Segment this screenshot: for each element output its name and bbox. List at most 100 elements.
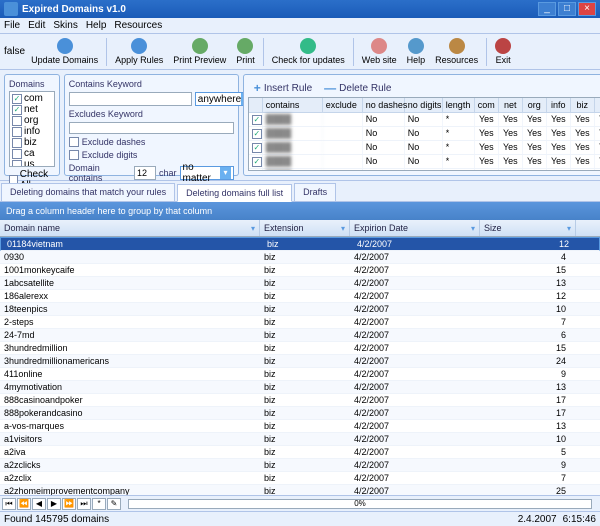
grid-row[interactable]: 888pokerandcasinobiz4/2/200717 — [0, 407, 600, 420]
print-icon — [237, 38, 253, 54]
rules-row[interactable]: ████NoNo*YesYesYesYesYesYes — [249, 127, 600, 141]
grid-row[interactable]: 888casinoandpokerbiz4/2/200717 — [0, 394, 600, 407]
grid-row[interactable]: 24-7mdbiz4/2/20076 — [0, 329, 600, 342]
domains-list[interactable]: comnetorginfobizcausco.ukorg.ukme.uk — [9, 91, 55, 167]
contains-keyword-label: Contains Keyword — [69, 79, 234, 89]
grid-row[interactable]: a2zhomeimprovementcompanybiz4/2/200725 — [0, 485, 600, 495]
nav-first[interactable]: ⏮ — [2, 498, 16, 510]
grid-row[interactable]: a2ivabiz4/2/20075 — [0, 446, 600, 459]
nav-add[interactable]: * — [92, 498, 106, 510]
exit-icon — [495, 38, 511, 54]
update-domains-icon — [57, 38, 73, 54]
char-count-input[interactable] — [134, 166, 156, 180]
rules-grid[interactable]: containsexcludeno dashesno digitslengthc… — [248, 97, 600, 171]
grid-row[interactable]: 1001monkeycaifebiz4/2/200715 — [0, 264, 600, 277]
domain-item-com[interactable]: com — [11, 93, 53, 104]
status-date: 2.4.2007 — [518, 514, 557, 525]
excludes-keyword-input[interactable] — [69, 122, 234, 134]
rules-row[interactable]: ████NoNo*YesYesYesYesYesYes — [249, 113, 600, 127]
nav-prevpage[interactable]: ⏪ — [17, 498, 31, 510]
grid-row[interactable]: 1abcsatellitebiz4/2/200713 — [0, 277, 600, 290]
rules-col-ca[interactable]: ca — [595, 98, 600, 112]
tab-1[interactable]: Deleting domains full list — [177, 184, 292, 202]
toolbar-resources[interactable]: Resources — [431, 37, 482, 66]
maximize-button[interactable]: □ — [558, 2, 576, 16]
nav-last[interactable]: ⏭ — [77, 498, 91, 510]
group-bar[interactable]: Drag a column header here to group by th… — [0, 202, 600, 220]
close-button[interactable]: × — [578, 2, 596, 16]
nav-next[interactable]: ▶ — [47, 498, 61, 510]
grid-row[interactable]: 3hundredmillionamericansbiz4/2/200724 — [0, 355, 600, 368]
domains-panel: Domains comnetorginfobizcausco.ukorg.ukm… — [4, 74, 60, 176]
rules-col-no-dashes[interactable]: no dashes — [363, 98, 405, 112]
rules-col-exclude[interactable]: exclude — [323, 98, 363, 112]
grid-row[interactable]: 2-stepsbiz4/2/20077 — [0, 316, 600, 329]
grid-header: Domain name▾Extension▾Expirion Date▾Size… — [0, 220, 600, 237]
rules-col-com[interactable]: com — [475, 98, 499, 112]
rules-col-info[interactable]: info — [547, 98, 571, 112]
menu-resources[interactable]: Resources — [114, 20, 162, 31]
insert-rule-button[interactable]: +Insert Rule — [254, 81, 312, 95]
toolbar-apply-rules[interactable]: Apply Rules — [111, 37, 167, 66]
grid-row[interactable]: 0930biz4/2/20074 — [0, 251, 600, 264]
rules-col-no-digits[interactable]: no digits — [405, 98, 443, 112]
grid-row[interactable]: 186alerexxbiz4/2/200712 — [0, 290, 600, 303]
grid-row[interactable]: 01184vietnambiz4/2/200712 — [0, 237, 600, 251]
domain-item-net[interactable]: net — [11, 104, 53, 115]
nav-bookmark[interactable]: ✎ — [107, 498, 121, 510]
char-mode-select[interactable]: no matter▾ — [180, 166, 234, 180]
grid-row[interactable]: 4mymotivationbiz4/2/200713 — [0, 381, 600, 394]
nav-nextpage[interactable]: ⏩ — [62, 498, 76, 510]
menu-skins[interactable]: Skins — [53, 20, 77, 31]
minimize-button[interactable]: _ — [538, 2, 556, 16]
print-preview-icon — [192, 38, 208, 54]
menubar: File Edit Skins Help Resources — [0, 18, 600, 34]
nav-prev[interactable]: ◀ — [32, 498, 46, 510]
toolbar-exit[interactable]: Exit — [491, 37, 515, 66]
rules-col-biz[interactable]: biz — [571, 98, 595, 112]
toolbar-help[interactable]: Help — [403, 37, 430, 66]
grid-row[interactable]: 3hundredmillionbiz4/2/200715 — [0, 342, 600, 355]
exclude-dashes-checkbox[interactable]: Exclude dashes — [69, 137, 234, 147]
delete-rule-button[interactable]: —Delete Rule — [324, 81, 391, 95]
grid-body[interactable]: 01184vietnambiz4/2/2007120930biz4/2/2007… — [0, 237, 600, 495]
grid-row[interactable]: 18teenpicsbiz4/2/200710 — [0, 303, 600, 316]
menu-file[interactable]: File — [4, 20, 20, 31]
grid-row[interactable]: a-vos-marquesbiz4/2/200713 — [0, 420, 600, 433]
grid-col-extension[interactable]: Extension▾ — [260, 220, 350, 236]
rules-row[interactable]: ████NoNo*YesYesYesYesYesYes — [249, 141, 600, 155]
tab-0[interactable]: Deleting domains that match your rules — [1, 183, 175, 201]
contains-keyword-input[interactable] — [69, 92, 192, 106]
toolbar-print-preview[interactable]: Print Preview — [169, 37, 230, 66]
tab-2[interactable]: Drafts — [294, 183, 336, 201]
grid-row[interactable]: a1visitorsbiz4/2/200710 — [0, 433, 600, 446]
grid-row[interactable]: a2zclicksbiz4/2/20079 — [0, 459, 600, 472]
grid-col-expirion-date[interactable]: Expirion Date▾ — [350, 220, 480, 236]
grid-row[interactable]: 411onlinebiz4/2/20079 — [0, 368, 600, 381]
grid-col-size[interactable]: Size▾ — [480, 220, 576, 236]
menu-help[interactable]: Help — [86, 20, 107, 31]
toolbar-web-site[interactable]: Web site — [358, 37, 401, 66]
grid-col-domain-name[interactable]: Domain name▾ — [0, 220, 260, 236]
navigator-bar: ⏮ ⏪ ◀ ▶ ⏩ ⏭ * ✎ 0% — [0, 495, 600, 511]
rules-row[interactable]: ████NoNo*YesYesYesYesYesYes — [249, 169, 600, 171]
domain-item-info[interactable]: info — [11, 126, 53, 137]
toolbar-print[interactable]: Print — [232, 37, 259, 66]
rules-row[interactable]: ████NoNo*YesYesYesYesYesYes — [249, 155, 600, 169]
domain-item-biz[interactable]: biz — [11, 137, 53, 148]
grid-row[interactable]: a2zclixbiz4/2/20077 — [0, 472, 600, 485]
menu-edit[interactable]: Edit — [28, 20, 45, 31]
rules-col-contains[interactable]: contains — [263, 98, 323, 112]
sort-icon: ▾ — [567, 224, 571, 233]
domain-item-us[interactable]: us — [11, 159, 53, 167]
rules-col-length[interactable]: length — [443, 98, 475, 112]
rules-col-org[interactable]: org — [523, 98, 547, 112]
domain-item-org[interactable]: org — [11, 115, 53, 126]
domain-item-ca[interactable]: ca — [11, 148, 53, 159]
exclude-digits-checkbox[interactable]: Exclude digits — [69, 150, 234, 160]
toolbar-update-domains[interactable]: Update Domains — [27, 37, 102, 66]
toolbar-check-for-updates[interactable]: Check for updates — [268, 37, 349, 66]
filters-panel: Contains Keyword anywhere▾ Excludes Keyw… — [64, 74, 239, 176]
app-icon — [4, 2, 18, 16]
rules-col-net[interactable]: net — [499, 98, 523, 112]
